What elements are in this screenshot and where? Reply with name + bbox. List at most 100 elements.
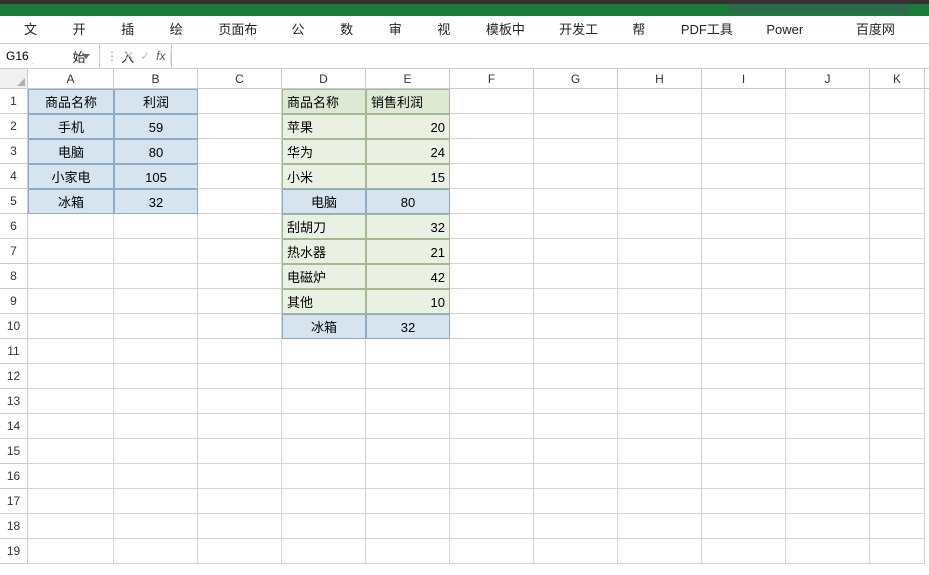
- cell[interactable]: [534, 289, 618, 314]
- row-header[interactable]: 14: [0, 414, 28, 439]
- cell[interactable]: [618, 264, 702, 289]
- cell[interactable]: [198, 189, 282, 214]
- cell[interactable]: [786, 164, 870, 189]
- row-header[interactable]: 19: [0, 539, 28, 564]
- cell[interactable]: [366, 414, 450, 439]
- cell[interactable]: 21: [366, 239, 450, 264]
- cell[interactable]: [198, 314, 282, 339]
- cell[interactable]: [366, 439, 450, 464]
- cell[interactable]: [870, 289, 925, 314]
- name-box[interactable]: [6, 49, 66, 63]
- cell[interactable]: [786, 139, 870, 164]
- formula-input[interactable]: [172, 44, 929, 68]
- cell[interactable]: [114, 289, 198, 314]
- cell[interactable]: [870, 439, 925, 464]
- row-header[interactable]: 11: [0, 339, 28, 364]
- cell[interactable]: [198, 139, 282, 164]
- cell[interactable]: [870, 389, 925, 414]
- cell[interactable]: [450, 389, 534, 414]
- cell[interactable]: [198, 364, 282, 389]
- col-header[interactable]: K: [870, 69, 925, 88]
- cell[interactable]: [450, 189, 534, 214]
- cell[interactable]: [198, 164, 282, 189]
- cell[interactable]: [702, 339, 786, 364]
- cell[interactable]: [870, 214, 925, 239]
- cell[interactable]: [618, 389, 702, 414]
- cell[interactable]: [114, 214, 198, 239]
- cell[interactable]: [450, 139, 534, 164]
- cell[interactable]: [28, 489, 114, 514]
- cell[interactable]: [702, 164, 786, 189]
- cell[interactable]: [870, 314, 925, 339]
- cell[interactable]: 华为: [282, 139, 366, 164]
- row-header[interactable]: 5: [0, 189, 28, 214]
- tab-review[interactable]: 审阅: [377, 16, 426, 44]
- col-header[interactable]: C: [198, 69, 282, 88]
- cell[interactable]: [114, 439, 198, 464]
- cell[interactable]: [198, 539, 282, 564]
- select-all-button[interactable]: [0, 69, 28, 88]
- cell[interactable]: [534, 464, 618, 489]
- cell[interactable]: [28, 439, 114, 464]
- cell[interactable]: [282, 539, 366, 564]
- cell[interactable]: [618, 314, 702, 339]
- cell[interactable]: [786, 114, 870, 139]
- cell[interactable]: 80: [114, 139, 198, 164]
- cell[interactable]: [366, 539, 450, 564]
- row-header[interactable]: 6: [0, 214, 28, 239]
- cell[interactable]: [282, 364, 366, 389]
- cell[interactable]: [450, 364, 534, 389]
- row-header[interactable]: 10: [0, 314, 28, 339]
- cell[interactable]: [366, 339, 450, 364]
- tab-pdf[interactable]: PDF工具集: [669, 16, 754, 44]
- cell[interactable]: [450, 264, 534, 289]
- cell[interactable]: [870, 364, 925, 389]
- cell[interactable]: [870, 464, 925, 489]
- cell[interactable]: [450, 164, 534, 189]
- tab-powerpivot[interactable]: Power Pivot: [754, 16, 844, 44]
- cell[interactable]: 小米: [282, 164, 366, 189]
- row-header[interactable]: 17: [0, 489, 28, 514]
- row-header[interactable]: 4: [0, 164, 28, 189]
- cell[interactable]: [28, 289, 114, 314]
- cell[interactable]: [786, 214, 870, 239]
- cell[interactable]: 销售利润: [366, 89, 450, 114]
- cell[interactable]: 小家电: [28, 164, 114, 189]
- cell[interactable]: [786, 314, 870, 339]
- cell[interactable]: [114, 464, 198, 489]
- cell[interactable]: [870, 89, 925, 114]
- cell[interactable]: [534, 414, 618, 439]
- cell[interactable]: 刮胡刀: [282, 214, 366, 239]
- cell[interactable]: 42: [366, 264, 450, 289]
- row-header[interactable]: 12: [0, 364, 28, 389]
- cell[interactable]: [702, 389, 786, 414]
- cell[interactable]: [702, 289, 786, 314]
- cell[interactable]: [114, 514, 198, 539]
- row-header[interactable]: 13: [0, 389, 28, 414]
- cell[interactable]: [198, 114, 282, 139]
- cell[interactable]: [282, 489, 366, 514]
- cell[interactable]: [786, 514, 870, 539]
- cell[interactable]: [114, 414, 198, 439]
- cell[interactable]: [702, 239, 786, 264]
- cell[interactable]: [450, 514, 534, 539]
- tab-view[interactable]: 视图: [425, 16, 474, 44]
- cell[interactable]: [28, 414, 114, 439]
- cell[interactable]: 利润: [114, 89, 198, 114]
- cell[interactable]: [786, 239, 870, 264]
- cell[interactable]: [870, 114, 925, 139]
- cell[interactable]: [28, 364, 114, 389]
- cell[interactable]: [450, 289, 534, 314]
- row-header[interactable]: 7: [0, 239, 28, 264]
- cell[interactable]: [198, 89, 282, 114]
- cell[interactable]: [450, 314, 534, 339]
- cell[interactable]: 32: [366, 214, 450, 239]
- tab-templates[interactable]: 模板中心: [474, 16, 547, 44]
- cell[interactable]: 电脑: [282, 189, 366, 214]
- row-header[interactable]: 15: [0, 439, 28, 464]
- cell[interactable]: 商品名称: [282, 89, 366, 114]
- cell[interactable]: [618, 364, 702, 389]
- cell[interactable]: [28, 514, 114, 539]
- col-header[interactable]: F: [450, 69, 534, 88]
- cell[interactable]: 手机: [28, 114, 114, 139]
